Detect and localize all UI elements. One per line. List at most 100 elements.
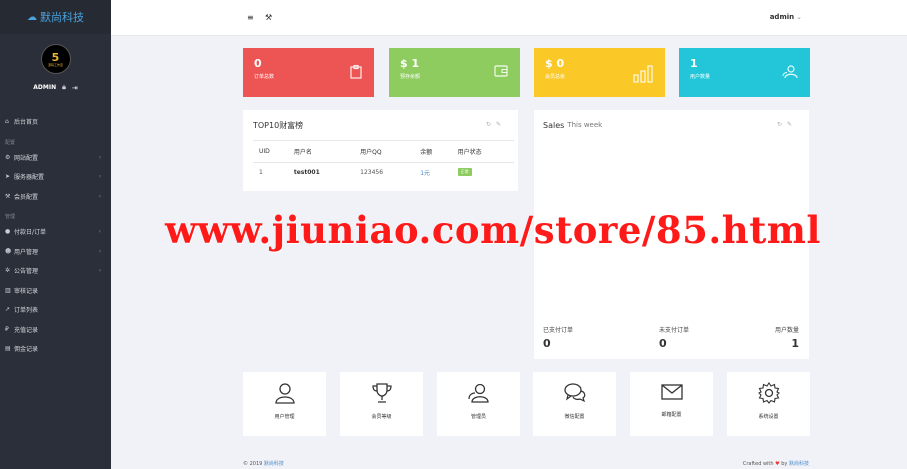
sidebar-item-recharge[interactable]: ₽ 充值记录 [0, 320, 111, 340]
paid-value: 0 [543, 337, 551, 350]
sidebar-item-label: 公告管理 [14, 268, 39, 276]
unpaid-label: 未支付订单 [658, 327, 689, 334]
by-text: by [781, 461, 788, 467]
shortcut-admins[interactable]: 管理员 [437, 372, 520, 436]
topbar: ≡ ⚒ admin ⌄ [111, 0, 907, 36]
sidebar-item-label: 订单列表 [14, 307, 39, 315]
trophy-icon [371, 383, 392, 403]
home-icon: ⌂ [5, 118, 9, 126]
sidebar-item-order-list[interactable]: ↗ 订单列表 [0, 300, 111, 320]
chat-icon [563, 383, 585, 403]
user-icon [274, 383, 295, 404]
sales-stats: 已支付订单 0 未支付订单 0 用户数量 1 [543, 325, 799, 350]
sidebar-item-users[interactable]: ☻ 用户管理 ‹ [0, 242, 111, 262]
sidebar-item-label: 用户管理 [14, 248, 39, 256]
profile: 5 源码工作室 ADMIN 🔒︎ ⇥ [0, 34, 111, 98]
sidebar-section-manage: 管理 [5, 214, 16, 220]
chevron-left-icon: ‹ [98, 153, 101, 161]
stat-users[interactable]: 1 用户数量 [679, 48, 810, 97]
sidebar-item-notice[interactable]: ✲ 公告管理 ‹ [0, 261, 111, 281]
cell-status: 正常 [452, 163, 514, 182]
brand[interactable]: ☁ 默尚科技 [0, 0, 111, 34]
sidebar-item-commission[interactable]: ▤ 佣金记录 [0, 339, 111, 359]
user-icon: ● [5, 228, 11, 236]
shortcut-system-settings[interactable]: 系统设置 [727, 372, 810, 436]
refresh-icon[interactable]: ↻ [777, 121, 787, 128]
wrench-icon[interactable]: ⚒ [265, 13, 272, 22]
cell-balance: 1元 [420, 169, 431, 177]
admin-dropdown[interactable]: admin ⌄ [770, 13, 802, 21]
top10-panel: TOP10财富榜 ↻✎ UID 用户名 用户QQ 余额 用户状态 1 test0… [243, 110, 518, 191]
menu-icon[interactable]: ≡ [247, 13, 254, 22]
chevron-left-icon: ‹ [98, 247, 101, 255]
sidebar-item-orders[interactable]: ● 付款日/订单 ‹ [0, 222, 111, 242]
sidebar-item-home[interactable]: ⌂ 后台首页 [0, 112, 111, 132]
sidebar-item-label: 审核记录 [14, 287, 39, 295]
sidebar-item-label: 充值记录 [14, 326, 39, 334]
sidebar-section-config: 配置 [5, 139, 16, 146]
refresh-icon[interactable]: ↻ [486, 121, 496, 128]
sidebar: ☁ 默尚科技 5 源码工作室 ADMIN 🔒︎ ⇥ ⌂ 后台首页 配置 ⚙ 网站… [0, 0, 111, 469]
cell-qq: 123456 [360, 168, 384, 176]
footer-company-link[interactable]: 默尚科技 [264, 461, 284, 467]
shortcut-member-level[interactable]: 会员等级 [340, 372, 423, 436]
sidebar-item-audit[interactable]: ▥ 审核记录 [0, 281, 111, 301]
cell-uid: 1 [259, 168, 263, 176]
chevron-left-icon: ‹ [98, 192, 101, 200]
sidebar-item-label: 付款日/订单 [14, 229, 47, 237]
chevron-left-icon: ‹ [98, 228, 101, 236]
cloud-icon: ☁ [27, 11, 37, 23]
sidebar-item-server-config[interactable]: ➤ 服务器配置 ‹ [0, 167, 111, 187]
users-icon [782, 65, 798, 83]
trend-icon: ↗ [5, 306, 11, 314]
shortcut-wechat-config[interactable]: 微信配置 [533, 372, 616, 436]
footer-copyright: © 2019 默尚科技 [243, 460, 284, 467]
panel-tools: ↻✎ [486, 121, 506, 128]
sidebar-item-label: 网站配置 [14, 154, 39, 162]
shortcut-label: 会员等级 [371, 414, 392, 420]
stat-member-balance[interactable]: $ 0 会员总余 [534, 48, 665, 97]
paid-label: 已支付订单 [543, 327, 574, 334]
cell-username: test001 [293, 168, 320, 176]
sidebar-item-label: 后台首页 [14, 119, 39, 127]
column-header: 用户QQ [354, 140, 415, 163]
edit-icon[interactable]: ✎ [496, 121, 506, 128]
chevron-down-icon: ⌄ [796, 13, 802, 21]
panel-tools: ↻✎ [777, 121, 797, 128]
status-badge: 正常 [457, 168, 472, 177]
copyright-text: © 2019 [243, 461, 263, 467]
heart-icon: ♥ [775, 461, 780, 467]
watermark-text: www.jiuniao.com/store/85.html [165, 208, 821, 252]
logout-icon[interactable]: ⇥ [72, 84, 78, 92]
users-label: 用户数量 [774, 327, 799, 334]
brand-name: 默尚科技 [40, 11, 84, 24]
profile-row: ADMIN 🔒︎ ⇥ [33, 83, 77, 92]
unpaid-orders: 未支付订单 0 [659, 325, 689, 350]
panel-header: TOP10财富榜 ↻✎ [243, 110, 518, 140]
table-header-row: UID 用户名 用户QQ 余额 用户状态 [253, 140, 514, 163]
site-config-icon: ⚙ [5, 153, 11, 161]
stat-orders[interactable]: 0 订单总数 [243, 48, 374, 97]
wallet-icon [494, 65, 508, 81]
footer-company-link-right[interactable]: 默尚科技 [789, 461, 809, 467]
shortcut-label: 管理员 [470, 414, 486, 420]
sidebar-menu: ⌂ 后台首页 配置 ⚙ 网站配置 ‹ ➤ 服务器配置 ‹ ⚒ 会员配置 ‹ 管理… [0, 112, 111, 359]
panel-subtitle: This week [567, 121, 603, 129]
sidebar-item-label: 会员配置 [14, 193, 39, 201]
edit-icon[interactable]: ✎ [787, 121, 797, 128]
shortcut-label: 系统设置 [758, 414, 779, 420]
avatar[interactable]: 5 源码工作室 [40, 44, 71, 74]
bar-chart-icon [633, 65, 653, 87]
column-header: 用户名 [287, 140, 355, 163]
sidebar-item-member-config[interactable]: ⚒ 会员配置 ‹ [0, 187, 111, 207]
lock-icon[interactable]: 🔒︎ [62, 83, 66, 92]
gear-icon: ✲ [5, 267, 11, 275]
unpaid-value: 0 [658, 337, 667, 350]
avatar-caption: 源码工作室 [47, 62, 63, 67]
column-header: 余额 [414, 140, 452, 163]
shortcut-user-manage[interactable]: 用户管理 [243, 372, 326, 436]
shortcut-mail-config[interactable]: 邮箱配置 [630, 372, 713, 436]
stat-balance[interactable]: $ 1 预存余额 [389, 48, 520, 97]
avatar-number: 5 [51, 50, 60, 64]
sidebar-item-site-config[interactable]: ⚙ 网站配置 ‹ [0, 148, 111, 168]
